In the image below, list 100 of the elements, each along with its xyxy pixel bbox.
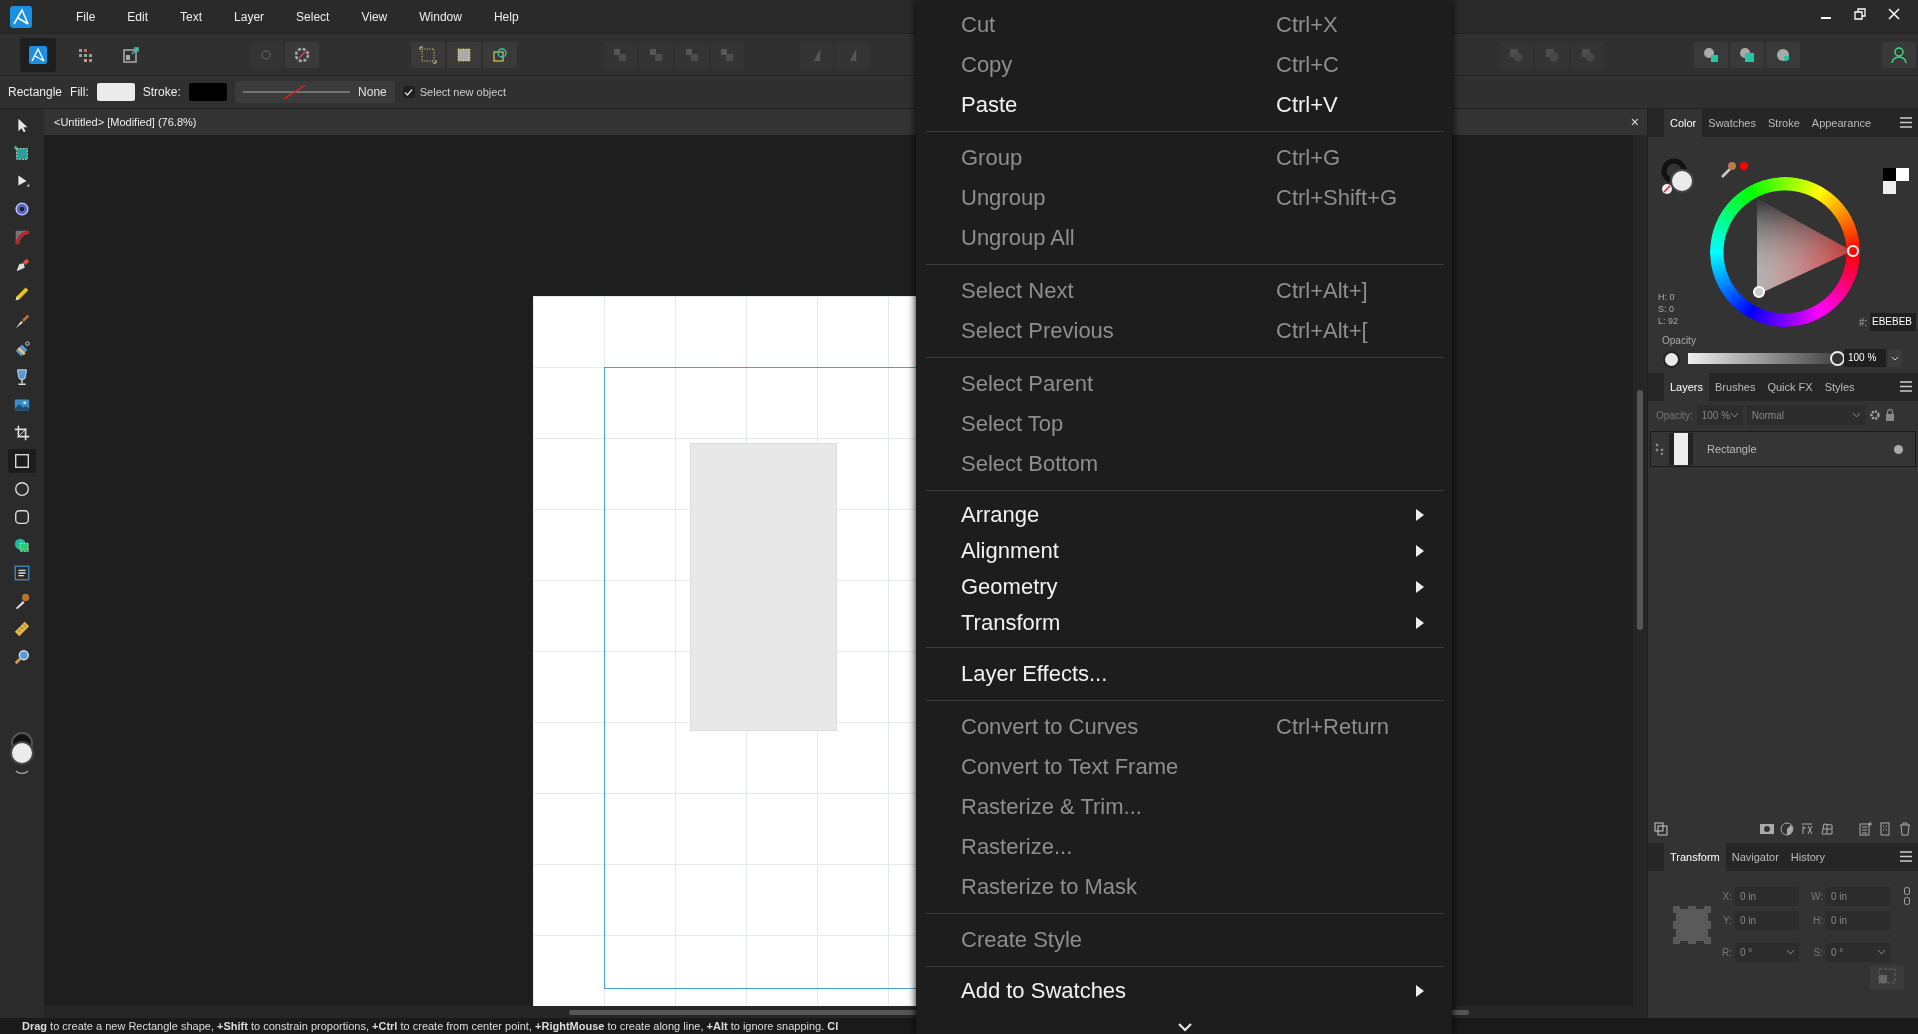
color-value: L: 92	[1658, 316, 1679, 326]
lock-icon[interactable]	[1884, 409, 1895, 421]
submenu-arrow-icon	[1415, 508, 1425, 522]
menu-item[interactable]: Layer	[218, 0, 281, 33]
link-icon[interactable]	[1904, 887, 1910, 905]
value-field[interactable]: 0 in	[1826, 887, 1890, 906]
opacity-field[interactable]: 100 %	[1844, 349, 1886, 367]
settings-icon[interactable]	[1868, 409, 1881, 421]
panel-tab[interactable]: Color	[1664, 109, 1703, 137]
menu-item[interactable]: File	[60, 0, 112, 33]
stroke-label: Stroke:	[142, 85, 181, 99]
value-dropdown[interactable]: 0 °	[1826, 943, 1890, 962]
menu-item[interactable]: Text	[164, 0, 219, 33]
menu-item[interactable]: Edit	[111, 0, 165, 33]
opacity-dropdown[interactable]: 100 %	[1696, 405, 1743, 425]
panel-tab[interactable]: Brushes	[1709, 373, 1762, 401]
subtract-button[interactable]	[1730, 41, 1765, 68]
layers-icon[interactable]	[1654, 822, 1668, 836]
panel-tab[interactable]: Transform	[1664, 843, 1726, 871]
checkbox[interactable]	[402, 86, 415, 98]
dropdown-icon[interactable]	[1888, 349, 1902, 367]
intersect-button[interactable]	[1766, 41, 1801, 68]
panel-tab[interactable]: Layers	[1664, 373, 1710, 401]
grid-warp-icon[interactable]	[1820, 822, 1834, 836]
chevron-icon	[1787, 950, 1794, 955]
chevron-icon	[1852, 412, 1860, 418]
menu-item[interactable]: Select	[280, 0, 346, 33]
visibility-dot[interactable]	[1894, 444, 1903, 454]
blend-mode-dropdown[interactable]: Normal	[1746, 405, 1865, 425]
default-colors-icon[interactable]	[1882, 167, 1910, 195]
value-dropdown[interactable]: 0 °	[1735, 943, 1799, 962]
color-value: S: 0	[1658, 304, 1675, 314]
opacity-swatch	[1663, 351, 1680, 368]
persona-button[interactable]	[20, 37, 56, 72]
menu-item[interactable]: Geometry	[916, 569, 1452, 605]
menu-item[interactable]: Alignment	[916, 533, 1452, 569]
field-label: S:	[1812, 947, 1823, 958]
close-button[interactable]: ×	[1630, 114, 1639, 130]
artboard-icon	[13, 144, 31, 162]
adjustment-icon[interactable]	[1780, 822, 1794, 836]
mask-icon[interactable]	[1760, 822, 1774, 836]
submenu-arrow-icon	[1415, 544, 1425, 558]
tool-button[interactable]	[8, 449, 36, 473]
scroll-down-icon[interactable]	[1178, 1022, 1192, 1032]
select-all-button[interactable]	[411, 41, 446, 68]
panel-tab[interactable]: History	[1784, 843, 1832, 871]
ruler-icon	[13, 620, 31, 638]
dotted-square-icon	[418, 44, 439, 65]
panel-tab[interactable]: Appearance	[1805, 109, 1878, 137]
add-layer-icon[interactable]	[1858, 822, 1872, 836]
menu-icon[interactable]	[1900, 851, 1912, 862]
dashed-square-icon	[1878, 967, 1896, 984]
menu-item[interactable]: Window	[403, 0, 478, 33]
fill-swatch[interactable]	[96, 83, 135, 101]
menu-item[interactable]: Transform	[916, 605, 1452, 641]
settings-button[interactable]	[285, 41, 320, 68]
field-label: Y:	[1722, 915, 1732, 926]
menu-item[interactable]: Arrange	[916, 497, 1452, 533]
hex-field[interactable]: EBEBEB	[1870, 313, 1916, 331]
select-shape-button[interactable]	[483, 41, 517, 68]
shape-builder-icon	[13, 536, 31, 554]
drag-handle-icon[interactable]	[1655, 443, 1665, 455]
document-tab[interactable]: <Untitled> [Modified] (76.8%)	[54, 116, 197, 128]
scrollbar-thumb[interactable]	[1637, 390, 1643, 630]
app-logo-icon	[27, 44, 48, 65]
triangle-icon	[849, 48, 858, 61]
panel-tab[interactable]: Navigator	[1725, 843, 1785, 871]
value-field[interactable]: 0 in	[1826, 911, 1890, 930]
menu-item[interactable]: Layer Effects...	[916, 654, 1452, 694]
chevron-icon	[1878, 950, 1885, 955]
menu-item[interactable]: View	[345, 0, 404, 33]
submenu-arrow-icon	[1415, 984, 1425, 998]
color-value: H: 0	[1658, 292, 1676, 302]
panel-tab[interactable]: Styles	[1818, 373, 1861, 401]
menu-item[interactable]: Paste Ctrl+V	[916, 85, 1452, 125]
layer-name: Rectangle	[1707, 443, 1758, 455]
menu-icon[interactable]	[1900, 381, 1912, 392]
layer-row[interactable]: Rectangle	[1650, 431, 1916, 467]
account-button[interactable]	[1882, 41, 1916, 68]
pixel-layer-icon[interactable]	[1878, 822, 1892, 836]
add-button[interactable]	[1694, 41, 1729, 68]
stroke-swatch[interactable]	[188, 83, 227, 101]
restore-icon[interactable]	[1854, 8, 1866, 20]
magnifier-icon	[13, 648, 31, 666]
trash-icon[interactable]	[1898, 822, 1912, 836]
menu-item[interactable]: Add to Swatches	[916, 973, 1452, 1009]
value-field[interactable]: 0 in	[1735, 887, 1799, 906]
panel-tab[interactable]: Swatches	[1702, 109, 1762, 137]
panel-tab[interactable]: Stroke	[1762, 109, 1806, 137]
select-inverse-button[interactable]	[447, 41, 481, 68]
menu-icon[interactable]	[1900, 117, 1912, 128]
menu-item[interactable]: Help	[477, 0, 535, 33]
crop-icon	[13, 424, 31, 442]
stroke-style-field[interactable]: None	[234, 81, 395, 103]
submenu-arrow-icon	[1415, 580, 1425, 594]
close-icon[interactable]	[1888, 8, 1900, 20]
effects-icon[interactable]	[1800, 822, 1814, 836]
panel-tab[interactable]: Quick FX	[1761, 373, 1819, 401]
value-field[interactable]: 0 in	[1735, 911, 1799, 930]
gradient-icon	[13, 340, 31, 358]
